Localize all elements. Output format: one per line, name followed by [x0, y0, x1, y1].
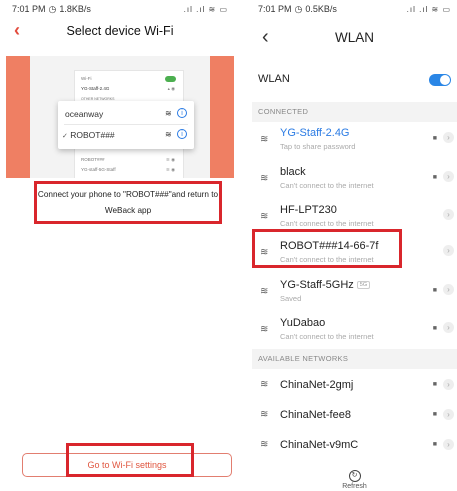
- chevron-right-icon[interactable]: ›: [443, 132, 454, 143]
- info-icon: i: [177, 108, 187, 118]
- chevron-right-icon[interactable]: ›: [443, 284, 454, 295]
- mini-row: YG-Staff-2.4G: [81, 86, 110, 91]
- wlan-toggle[interactable]: [429, 74, 451, 86]
- lock-icon: ■: [432, 411, 437, 418]
- info-icon: i: [177, 129, 187, 139]
- popup-network-name: oceanway: [65, 109, 104, 119]
- wlan-toggle-row[interactable]: WLAN: [252, 66, 457, 98]
- network-status: Can't connect to the internet: [280, 181, 374, 190]
- wifi-icon: ≋: [260, 439, 269, 450]
- chevron-right-icon[interactable]: ›: [443, 439, 454, 450]
- mini-toggle-icon: [165, 76, 176, 82]
- refresh-label: Refresh: [342, 483, 367, 490]
- chevron-right-icon[interactable]: ›: [443, 171, 454, 182]
- status-time: 7:01 PM: [258, 4, 292, 14]
- network-name: YG-Staff-5GHz 5G: [280, 279, 371, 291]
- section-connected: CONNECTED: [252, 102, 457, 122]
- chevron-right-icon[interactable]: ›: [443, 209, 454, 220]
- band-badge: 5G: [356, 281, 371, 289]
- network-row[interactable]: ≋ YG-Staff-5GHz 5G Saved ■ ›: [252, 276, 457, 310]
- instruction-text: Connect your phone to "ROBOT###"and retu…: [37, 190, 219, 215]
- page-title: WLAN: [334, 30, 374, 45]
- lock-icon: ■: [432, 441, 437, 448]
- status-speed: 1.8KB/s: [59, 4, 91, 14]
- network-row[interactable]: ≋ YG-Staff-2.4G Tap to share password ■ …: [252, 124, 457, 158]
- clock-icon: ◷: [48, 3, 57, 14]
- wifi-icon: ≋: [165, 109, 172, 118]
- lock-icon: ■: [432, 325, 437, 332]
- mini-row: ROBOT###: [81, 157, 105, 162]
- network-name: HF-LPT230: [280, 204, 337, 216]
- network-name: ChinaNet-fee8: [280, 409, 351, 421]
- signal-wifi-battery-icons: .ıl .ıl ≋ ▭: [406, 4, 451, 14]
- network-row[interactable]: ≋ ChinaNet-v9mC ■ ›: [252, 433, 457, 461]
- illustration-card: Wi-Fi YG-Staff-2.4G ▴ ◉ OTHER NETWORKS R…: [30, 56, 210, 178]
- mini-row: YG-staff-5G-Staff: [81, 167, 116, 172]
- clock-icon: ◷: [294, 3, 303, 14]
- refresh-button[interactable]: ↻ Refresh: [252, 464, 457, 490]
- wlan-label: WLAN: [258, 73, 290, 85]
- left-screen: 7:01 PM ◷ 1.8KB/s .ıl .ıl ≋ ▭ ‹ Select d…: [6, 0, 234, 491]
- wifi-icon: ≋: [260, 409, 269, 420]
- lock-icon: ■: [432, 135, 437, 142]
- network-status: Can't connect to the internet: [280, 219, 374, 228]
- chevron-right-icon[interactable]: ›: [443, 322, 454, 333]
- network-status: Can't connect to the internet: [280, 332, 374, 341]
- lock-icon: ■: [432, 381, 437, 388]
- highlight-frame: [66, 443, 194, 477]
- refresh-icon: ↻: [348, 470, 361, 482]
- mini-row: Wi-Fi: [81, 76, 92, 81]
- back-icon[interactable]: ‹: [14, 20, 20, 41]
- wifi-icon: ≋: [260, 134, 269, 145]
- network-row[interactable]: ≋ black Can't connect to the internet ■ …: [252, 163, 457, 197]
- popup-row-robot: ✓ ROBOT### ≋ i: [62, 129, 187, 140]
- highlight-frame: [252, 229, 402, 268]
- chevron-right-icon[interactable]: ›: [443, 245, 454, 256]
- wifi-icon: ≋: [260, 286, 269, 297]
- section-label: AVAILABLE NETWORKS: [258, 354, 349, 363]
- network-name: black: [280, 166, 306, 178]
- network-row[interactable]: ≋ YuDabao Can't connect to the internet …: [252, 314, 457, 348]
- chevron-right-icon[interactable]: ›: [443, 379, 454, 390]
- network-name-text: YG-Staff-5GHz: [280, 279, 354, 291]
- wifi-icon: ≋: [260, 324, 269, 335]
- page-title: Select device Wi-Fi: [66, 24, 174, 38]
- status-bar: 7:01 PM ◷ 1.8KB/s .ıl .ıl ≋ ▭: [6, 0, 234, 18]
- mini-icons: ≋ ◉: [166, 167, 175, 172]
- network-name: YuDabao: [280, 317, 326, 329]
- network-name: YG-Staff-2.4G: [280, 127, 350, 139]
- chevron-right-icon[interactable]: ›: [443, 409, 454, 420]
- popup-row-oceanway: oceanway ≋ i: [65, 108, 187, 119]
- mini-icons: ≋ ◉: [166, 157, 175, 162]
- instruction-box: Connect your phone to "ROBOT###"and retu…: [34, 181, 222, 224]
- status-bar: 7:01 PM ◷ 0.5KB/s .ıl .ıl ≋ ▭: [252, 0, 457, 18]
- network-row[interactable]: ≋ ChinaNet-2gmj ■ ›: [252, 373, 457, 401]
- illustration-banner: Wi-Fi YG-Staff-2.4G ▴ ◉ OTHER NETWORKS R…: [6, 56, 234, 178]
- header: ‹ Select device Wi-Fi: [6, 18, 234, 44]
- network-name: ChinaNet-v9mC: [280, 439, 359, 451]
- wifi-icon: ≋: [260, 173, 269, 184]
- network-name: ChinaNet-2gmj: [280, 379, 354, 391]
- wifi-icon: ≋: [165, 130, 172, 139]
- lock-icon: ■: [432, 287, 437, 294]
- wifi-popup: oceanway ≋ i ✓ ROBOT### ≋ i: [58, 101, 194, 149]
- signal-wifi-battery-icons: .ıl .ıl ≋ ▭: [183, 4, 228, 14]
- check-icon: ✓: [62, 133, 68, 140]
- lock-icon: ■: [432, 174, 437, 181]
- wifi-icon: ≋: [260, 379, 269, 390]
- network-status: Tap to share password: [280, 142, 356, 151]
- section-available: AVAILABLE NETWORKS: [252, 349, 457, 369]
- status-speed: 0.5KB/s: [305, 4, 337, 14]
- section-label: CONNECTED: [258, 107, 309, 116]
- popup-network-name: ROBOT###: [70, 130, 115, 140]
- header: ‹ WLAN: [252, 18, 457, 58]
- mini-icons: ▴ ◉: [167, 86, 175, 91]
- network-row[interactable]: ≋ ChinaNet-fee8 ■ ›: [252, 403, 457, 431]
- wifi-icon: ≋: [260, 211, 269, 222]
- network-status: Saved: [280, 294, 302, 303]
- status-time: 7:01 PM: [12, 4, 46, 14]
